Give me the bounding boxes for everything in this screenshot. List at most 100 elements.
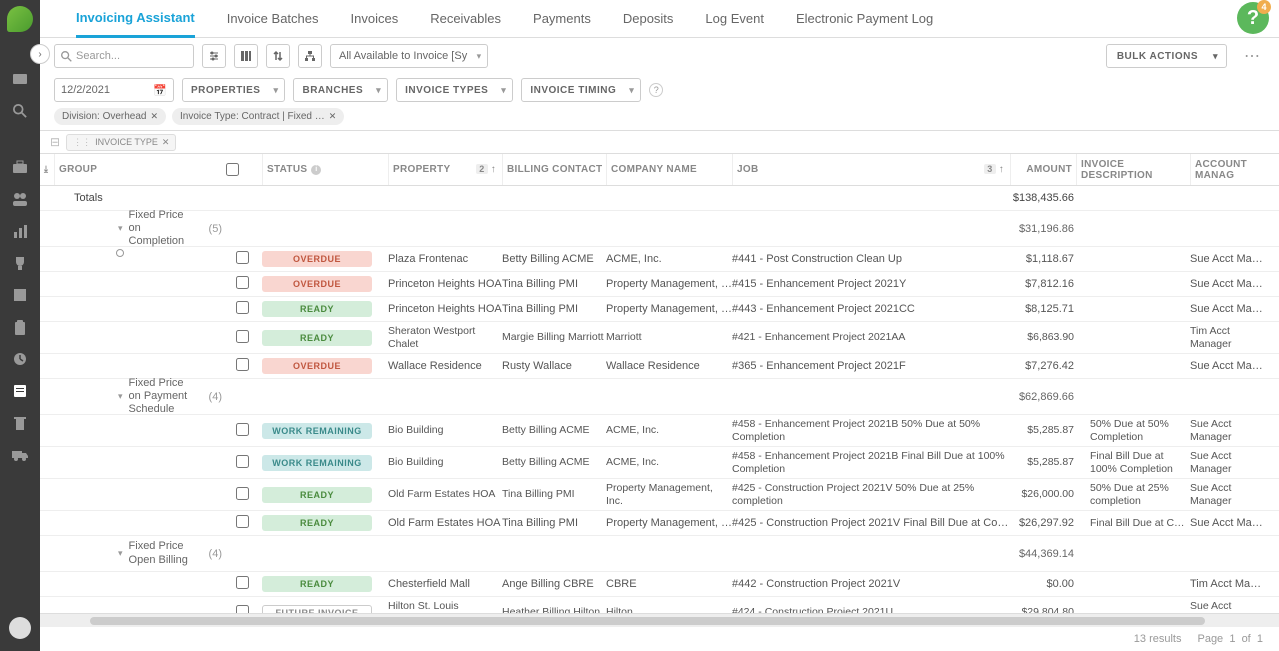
row-checkbox[interactable] — [236, 605, 249, 614]
tab-receivables[interactable]: Receivables — [430, 11, 501, 36]
nav-trash-icon[interactable] — [11, 414, 29, 432]
date-input[interactable]: 12/2/2021📅 — [54, 78, 174, 102]
col-group[interactable]: GROUP — [54, 154, 222, 185]
table-row[interactable]: READYSheraton Westport ChaletMargie Bill… — [40, 322, 1279, 354]
col-company[interactable]: COMPANY NAME — [606, 154, 732, 185]
search-placeholder: Search... — [76, 50, 120, 62]
table-row[interactable]: READYOld Farm Estates HOATina Billing PM… — [40, 511, 1279, 536]
top-tabs: Invoicing Assistant Invoice Batches Invoic… — [40, 0, 1279, 38]
nav-search-icon[interactable] — [11, 102, 29, 120]
remove-group-icon[interactable]: ✕ — [162, 137, 170, 148]
group-row[interactable]: ▾Fixed Price Open Billing(4)$44,369.14 — [40, 536, 1279, 572]
table-row[interactable]: READYOld Farm Estates HOATina Billing PM… — [40, 479, 1279, 511]
row-checkbox[interactable] — [236, 251, 249, 264]
table-row[interactable]: OVERDUEPlaza FrontenacBetty Billing ACME… — [40, 247, 1279, 272]
status-badge: READY — [262, 330, 372, 346]
caret-down-icon[interactable]: ▾ — [118, 548, 123, 559]
row-checkbox[interactable] — [236, 301, 249, 314]
table-row[interactable]: OVERDUEPrinceton Heights HOATina Billing… — [40, 272, 1279, 297]
tab-invoicing-assistant[interactable]: Invoicing Assistant — [76, 10, 195, 38]
tab-invoice-batches[interactable]: Invoice Batches — [227, 11, 319, 36]
tab-electronic-payment-log[interactable]: Electronic Payment Log — [796, 11, 933, 36]
table-row[interactable]: WORK REMAININGBio BuildingBetty Billing … — [40, 415, 1279, 447]
row-checkbox[interactable] — [236, 358, 249, 371]
col-select-all[interactable] — [222, 154, 262, 185]
tab-log-event[interactable]: Log Event — [705, 11, 764, 36]
help-badge: 4 — [1257, 0, 1271, 14]
nav-briefcase-icon[interactable] — [11, 158, 29, 176]
properties-filter[interactable]: PROPERTIES — [182, 78, 285, 102]
row-checkbox[interactable] — [236, 455, 249, 468]
filter-help-icon[interactable]: ? — [649, 83, 663, 97]
columns-icon[interactable] — [234, 44, 258, 68]
table-header: ⤓ GROUP STATUSi PROPERTY2 ↑ BILLING CONT… — [40, 154, 1279, 186]
hierarchy-icon[interactable] — [298, 44, 322, 68]
chip-remove-icon[interactable]: ✕ — [150, 111, 158, 122]
status-badge: READY — [262, 487, 372, 503]
row-checkbox[interactable] — [236, 487, 249, 500]
group-row[interactable]: ▾Fixed Price on Completion(5)$31,196.86 — [40, 211, 1279, 247]
nav-dashboard-icon[interactable] — [11, 70, 29, 88]
horizontal-scrollbar[interactable] — [40, 613, 1279, 627]
row-checkbox[interactable] — [236, 576, 249, 589]
user-avatar[interactable] — [9, 617, 31, 639]
status-badge: READY — [262, 301, 372, 317]
col-desc[interactable]: INVOICE DESCRIPTION — [1076, 154, 1190, 185]
branches-filter[interactable]: BRANCHES — [293, 78, 388, 102]
col-property[interactable]: PROPERTY2 ↑ — [388, 154, 502, 185]
group-row[interactable]: ▾Fixed Price on Payment Schedule(4)$62,8… — [40, 379, 1279, 415]
settings-icon[interactable] — [202, 44, 226, 68]
row-checkbox[interactable] — [236, 515, 249, 528]
expand-rail-button[interactable]: › — [30, 44, 50, 64]
nav-people-icon[interactable] — [11, 190, 29, 208]
tab-deposits[interactable]: Deposits — [623, 11, 674, 36]
group-handle-icon[interactable]: ⊟ — [50, 135, 60, 149]
bulk-actions-button[interactable]: BULK ACTIONS — [1106, 44, 1227, 68]
system-view-select[interactable]: All Available to Invoice [Sy — [330, 44, 488, 68]
table-row[interactable]: FUTURE INVOICEHilton St. Louis Frontenac… — [40, 597, 1279, 613]
toolbar-primary: Search... All Available to Invoice [Sy B… — [40, 38, 1279, 74]
filter-chip[interactable]: Invoice Type: Contract | Fixed …✕ — [172, 108, 344, 125]
row-checkbox[interactable] — [236, 276, 249, 289]
col-status[interactable]: STATUSi — [262, 154, 388, 185]
col-acct[interactable]: ACCOUNT MANAG — [1190, 154, 1264, 185]
caret-down-icon[interactable]: ▾ — [118, 391, 123, 402]
col-job[interactable]: JOB3 ↑ — [732, 154, 1010, 185]
table-row[interactable]: WORK REMAININGBio BuildingBetty Billing … — [40, 447, 1279, 479]
col-amount[interactable]: AMOUNT — [1010, 154, 1076, 185]
nav-clipboard-icon[interactable] — [11, 318, 29, 336]
nav-chart-icon[interactable] — [11, 222, 29, 240]
group-by-chip[interactable]: ⋮⋮ INVOICE TYPE ✕ — [66, 134, 176, 151]
nav-trophy-icon[interactable] — [11, 254, 29, 272]
app-logo[interactable] — [7, 6, 33, 32]
caret-down-icon[interactable]: ▾ — [118, 223, 123, 234]
nav-box-icon[interactable] — [11, 286, 29, 304]
invoice-types-filter[interactable]: INVOICE TYPES — [396, 78, 513, 102]
sort-icon[interactable] — [266, 44, 290, 68]
calendar-icon: 📅 — [153, 84, 167, 97]
tab-invoices[interactable]: Invoices — [351, 11, 399, 36]
status-badge: OVERDUE — [262, 276, 372, 292]
pagination: Page 1 of 1 — [1197, 633, 1263, 645]
results-count: 13 results — [1134, 633, 1182, 645]
search-input[interactable]: Search... — [54, 44, 194, 68]
status-badge: READY — [262, 515, 372, 531]
col-contact[interactable]: BILLING CONTACT — [502, 154, 606, 185]
tab-payments[interactable]: Payments — [533, 11, 591, 36]
filter-chip[interactable]: Division: Overhead✕ — [54, 108, 166, 125]
more-menu-icon[interactable]: ⋯ — [1239, 44, 1265, 68]
chip-remove-icon[interactable]: ✕ — [329, 111, 337, 122]
table-row[interactable]: READYPrinceton Heights HOATina Billing P… — [40, 297, 1279, 322]
table-row[interactable]: OVERDUEWallace ResidenceRusty WallaceWal… — [40, 354, 1279, 379]
row-checkbox[interactable] — [236, 423, 249, 436]
nav-truck-icon[interactable] — [11, 446, 29, 464]
nav-invoicing-icon[interactable] — [11, 382, 29, 400]
nav-clock-icon[interactable] — [11, 350, 29, 368]
status-badge: WORK REMAINING — [262, 423, 372, 439]
help-button[interactable]: ?4 — [1237, 2, 1269, 34]
col-index[interactable]: ⤓ — [40, 154, 54, 185]
status-info-icon[interactable]: i — [311, 165, 321, 175]
invoice-timing-filter[interactable]: INVOICE TIMING — [521, 78, 641, 102]
table-row[interactable]: READYChesterfield MallAnge Billing CBREC… — [40, 572, 1279, 597]
row-checkbox[interactable] — [236, 330, 249, 343]
